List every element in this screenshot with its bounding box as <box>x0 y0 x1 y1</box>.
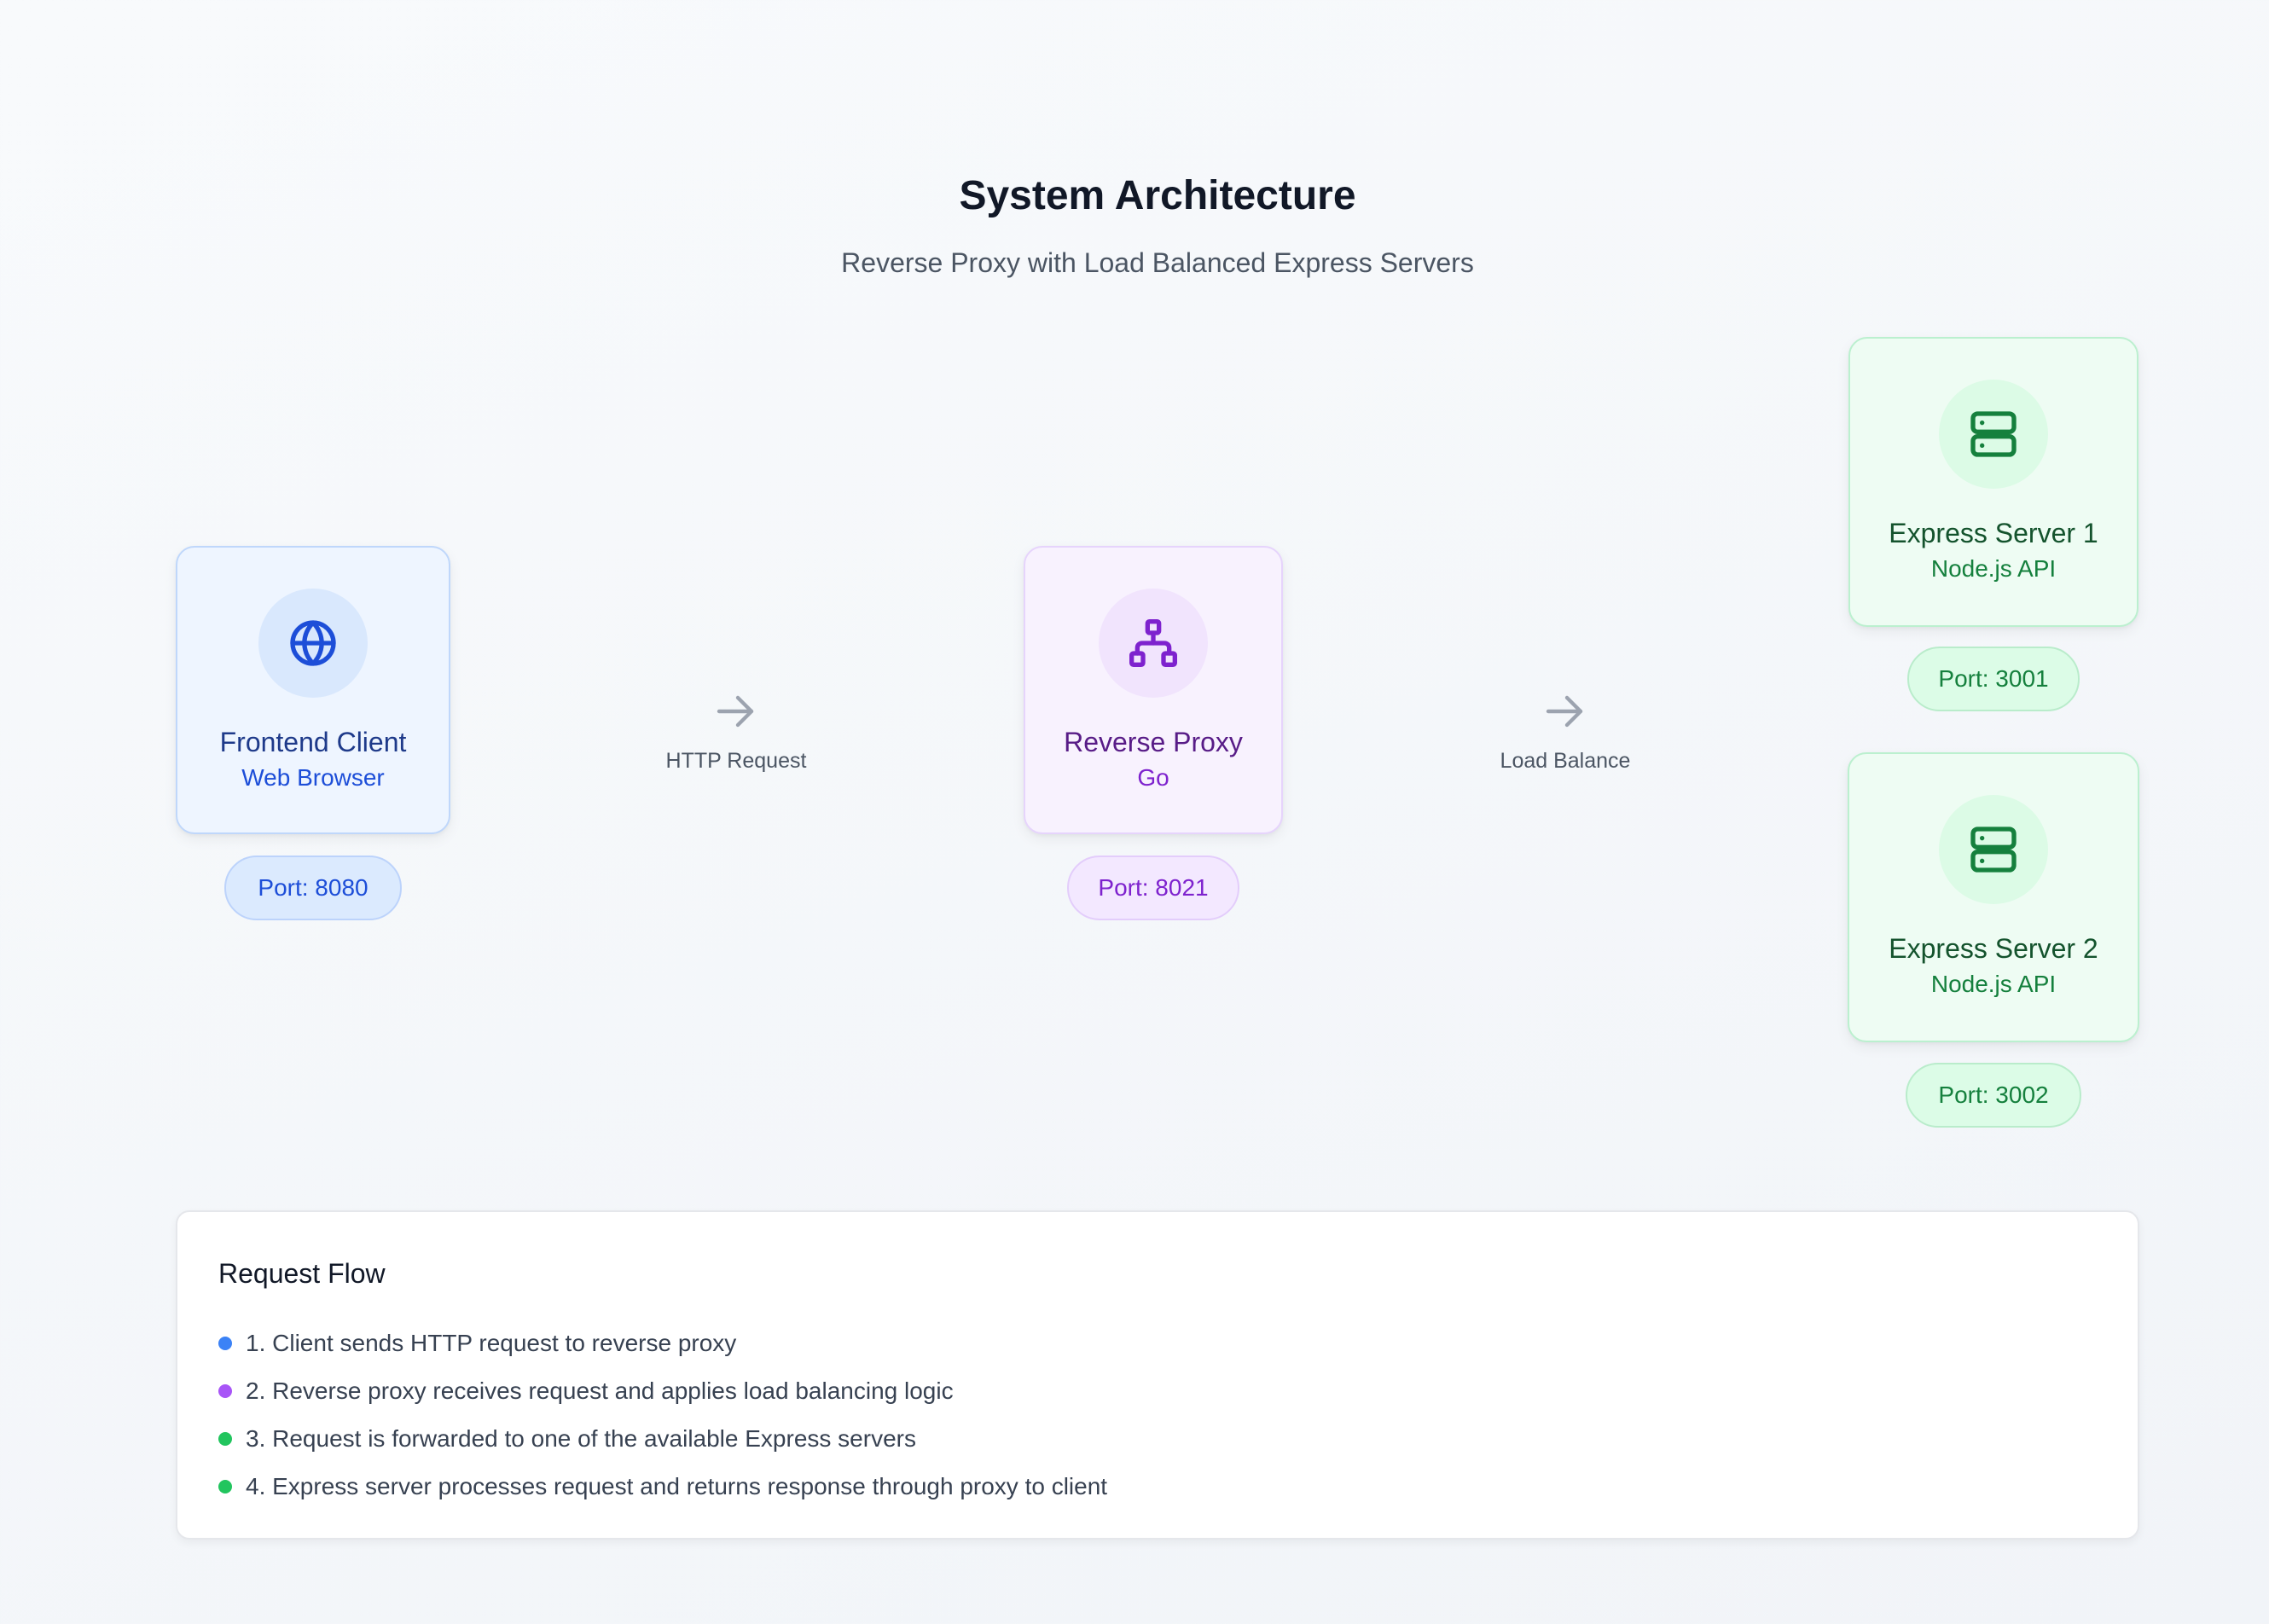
edge-label: Load Balance <box>1500 749 1631 773</box>
edge-http-request: HTTP Request <box>634 691 839 774</box>
port-badge-server-2: Port: 3002 <box>1906 1063 2081 1128</box>
request-flow-list: 1. Client sends HTTP request to reverse … <box>218 1320 1107 1511</box>
network-icon <box>1099 589 1208 698</box>
bullet-dot <box>218 1432 232 1446</box>
frontend-client-node: Frontend Client Web Browser <box>176 546 450 834</box>
edge-label: HTTP Request <box>665 749 807 773</box>
edge-load-balance: Load Balance <box>1463 691 1668 774</box>
list-item: 2. Reverse proxy receives request and ap… <box>218 1367 1107 1415</box>
reverse-proxy-node: Reverse Proxy Go <box>1024 546 1283 834</box>
flow-step-text: 3. Request is forwarded to one of the av… <box>246 1425 916 1452</box>
flow-step-text: 1. Client sends HTTP request to reverse … <box>246 1330 737 1356</box>
express-server-2-node: Express Server 2 Node.js API <box>1848 752 2139 1042</box>
request-flow-panel: Request Flow 1. Client sends HTTP reques… <box>176 1210 2139 1540</box>
list-item: 1. Client sends HTTP request to reverse … <box>218 1320 1107 1367</box>
arrow-right-icon <box>1546 695 1583 728</box>
node-name: Reverse Proxy <box>1064 727 1243 757</box>
arrow-right-icon <box>717 695 754 728</box>
node-subtitle: Go <box>1137 764 1169 791</box>
node-subtitle: Web Browser <box>241 764 385 791</box>
node-name: Express Server 1 <box>1889 518 2098 548</box>
port-badge-server-1: Port: 3001 <box>1907 647 2080 711</box>
bullet-dot <box>218 1480 232 1494</box>
list-item: 4. Express server processes request and … <box>218 1463 1107 1511</box>
server-icon <box>1939 795 2048 904</box>
bullet-dot <box>218 1337 232 1350</box>
page-title: System Architecture <box>959 173 1356 218</box>
page-subtitle: Reverse Proxy with Load Balanced Express… <box>841 247 1474 278</box>
node-name: Express Server 2 <box>1889 933 2098 964</box>
server-icon <box>1939 380 2048 489</box>
port-badge-proxy: Port: 8021 <box>1067 856 1239 920</box>
list-item: 3. Request is forwarded to one of the av… <box>218 1415 1107 1463</box>
flow-step-text: 4. Express server processes request and … <box>246 1473 1108 1499</box>
node-subtitle: Node.js API <box>1930 971 2057 997</box>
node-subtitle: Node.js API <box>1930 555 2057 582</box>
port-badge-client: Port: 8080 <box>224 856 402 920</box>
globe-icon <box>258 589 368 698</box>
express-server-1-node: Express Server 1 Node.js API <box>1848 337 2138 627</box>
bullet-dot <box>218 1384 232 1398</box>
node-name: Frontend Client <box>219 727 407 757</box>
flow-step-text: 2. Reverse proxy receives request and ap… <box>246 1378 954 1404</box>
request-flow-title: Request Flow <box>218 1258 386 1289</box>
